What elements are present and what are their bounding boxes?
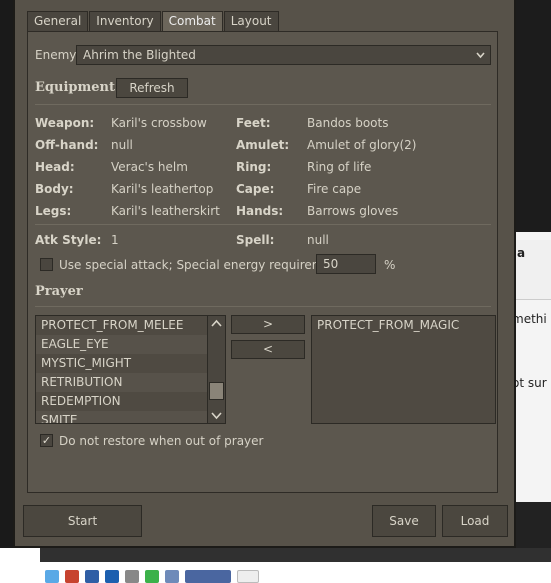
- hands-value: Barrows gloves: [307, 204, 399, 218]
- background-text: a: [517, 246, 526, 260]
- equipment-title: Equipment: [35, 80, 115, 95]
- scroll-thumb[interactable]: [209, 382, 224, 400]
- settings-dialog: General Inventory Combat Layout Enemy Ah…: [13, 0, 516, 548]
- list-item[interactable]: MYSTIC_MIGHT: [36, 354, 225, 373]
- prayer-title: Prayer: [35, 284, 83, 299]
- body-label: Body:: [35, 182, 74, 196]
- refresh-button[interactable]: Refresh: [116, 78, 188, 98]
- list-item[interactable]: PROTECT_FROM_MELEE: [36, 316, 225, 335]
- body-value: Karil's leathertop: [111, 182, 214, 196]
- list-item[interactable]: EAGLE_EYE: [36, 335, 225, 354]
- atk-style-value: 1: [111, 233, 119, 247]
- list-item[interactable]: PROTECT_FROM_MAGIC: [312, 316, 495, 335]
- tab-bar: General Inventory Combat Layout: [27, 11, 280, 31]
- background-text: ot sur: [512, 376, 547, 390]
- amulet-value: Amulet of glory(2): [307, 138, 417, 152]
- plus-one-button[interactable]: [237, 570, 259, 583]
- share-bar: [45, 570, 259, 583]
- divider: [35, 224, 491, 225]
- divider: [35, 104, 491, 105]
- stumble-icon[interactable]: [145, 570, 159, 583]
- available-prayers-list[interactable]: PROTECT_FROM_MELEE EAGLE_EYE MYSTIC_MIGH…: [35, 315, 226, 424]
- weapon-label: Weapon:: [35, 116, 95, 130]
- tab-combat[interactable]: Combat: [161, 11, 223, 31]
- background-bar: [40, 548, 551, 562]
- enemy-label: Enemy: [35, 48, 77, 62]
- weapon-value: Karil's crossbow: [111, 116, 207, 130]
- special-attack-label: Use special attack; Special energy requi…: [59, 258, 348, 272]
- restore-prayer-checkbox[interactable]: ✓: [40, 434, 53, 447]
- spell-value: null: [307, 233, 329, 247]
- tab-general[interactable]: General: [27, 11, 89, 31]
- restore-prayer-label: Do not restore when out of prayer: [59, 434, 264, 448]
- digg-icon[interactable]: [85, 570, 99, 583]
- selected-prayers-list[interactable]: PROTECT_FROM_MAGIC: [311, 315, 496, 424]
- special-attack-checkbox[interactable]: [40, 258, 53, 271]
- atk-style-label: Atk Style:: [35, 233, 102, 247]
- google-icon[interactable]: [65, 570, 79, 583]
- background-text: methi: [512, 312, 547, 326]
- save-button[interactable]: Save: [372, 505, 436, 537]
- tab-layout[interactable]: Layout: [223, 11, 279, 31]
- scrollbar[interactable]: [207, 316, 225, 423]
- spell-label: Spell:: [236, 233, 275, 247]
- chevron-down-icon: [475, 46, 486, 70]
- facebook-like-button[interactable]: [185, 570, 231, 583]
- special-energy-unit: %: [384, 258, 396, 272]
- legs-label: Legs:: [35, 204, 72, 218]
- enemy-select[interactable]: Ahrim the Blighted: [76, 45, 491, 65]
- cape-label: Cape:: [236, 182, 275, 196]
- email-icon[interactable]: [165, 570, 179, 583]
- delicious-icon[interactable]: [105, 570, 119, 583]
- amulet-label: Amulet:: [236, 138, 290, 152]
- special-energy-input[interactable]: 50: [316, 254, 376, 274]
- list-item[interactable]: SMITE: [36, 411, 225, 423]
- add-prayer-button[interactable]: >: [231, 315, 305, 334]
- hands-label: Hands:: [236, 204, 284, 218]
- head-value: Verac's helm: [111, 160, 188, 174]
- enemy-value: Ahrim the Blighted: [83, 48, 196, 62]
- divider: [35, 306, 491, 307]
- legs-value: Karil's leatherskirt: [111, 204, 220, 218]
- tab-inventory[interactable]: Inventory: [89, 11, 161, 31]
- head-label: Head:: [35, 160, 75, 174]
- list-item[interactable]: REDEMPTION: [36, 392, 225, 411]
- background-header: [510, 0, 551, 232]
- remove-prayer-button[interactable]: <: [231, 340, 305, 359]
- list-item[interactable]: RETRIBUTION: [36, 373, 225, 392]
- start-button[interactable]: Start: [23, 505, 142, 537]
- ring-value: Ring of life: [307, 160, 372, 174]
- ring-label: Ring:: [236, 160, 272, 174]
- twitter-icon[interactable]: [45, 570, 59, 583]
- feet-value: Bandos boots: [307, 116, 389, 130]
- scroll-down-icon[interactable]: [208, 408, 225, 423]
- offhand-label: Off-hand:: [35, 138, 99, 152]
- offhand-value: null: [111, 138, 133, 152]
- cape-value: Fire cape: [307, 182, 362, 196]
- reddit-icon[interactable]: [125, 570, 139, 583]
- load-button[interactable]: Load: [442, 505, 508, 537]
- scroll-up-icon[interactable]: [208, 316, 225, 331]
- combat-panel: Enemy Ahrim the Blighted Equipment Refre…: [27, 31, 498, 493]
- feet-label: Feet:: [236, 116, 271, 130]
